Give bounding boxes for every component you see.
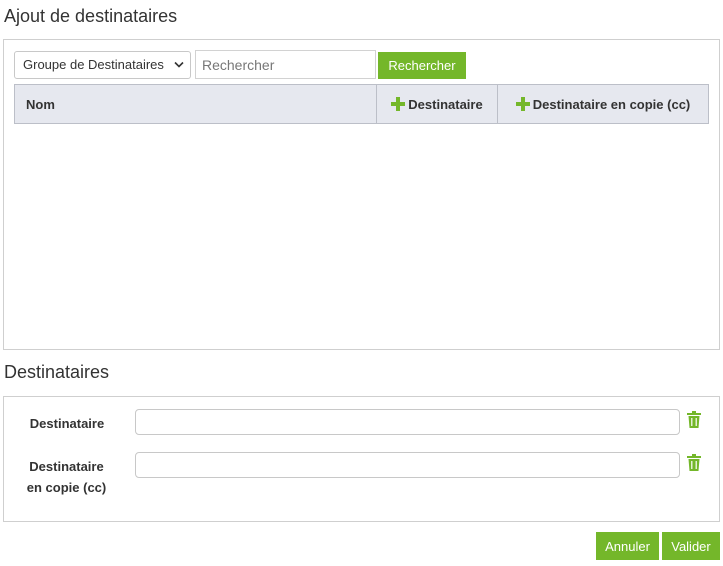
column-copie-label: Destinataire en copie (cc): [532, 96, 691, 112]
search-button[interactable]: Rechercher: [378, 52, 466, 79]
validate-button[interactable]: Valider: [662, 532, 720, 560]
recipient-group-select[interactable]: Groupe de Destinataires: [14, 51, 191, 79]
column-destinataire-label: Destinataire: [408, 96, 483, 112]
group-select-value: Groupe de Destinataires: [23, 57, 164, 72]
recipient-search-panel: Groupe de Destinataires Rechercher Nom D…: [3, 39, 720, 350]
add-all-copie-button[interactable]: Destinataire en copie (cc): [498, 85, 708, 123]
plus-icon: [391, 97, 406, 111]
column-header-nom[interactable]: Nom: [15, 85, 377, 123]
cancel-button[interactable]: Annuler: [596, 532, 659, 560]
trash-icon[interactable]: [687, 454, 701, 471]
copie-label: Destinataire en copie (cc): [14, 456, 119, 498]
recipients-table-header: Nom Destinataire Destinataire en copie (…: [14, 84, 709, 124]
destinataire-field[interactable]: [135, 409, 680, 435]
plus-icon: [515, 97, 530, 111]
destinataire-label: Destinataire: [29, 416, 105, 431]
chevron-down-icon: [174, 61, 184, 68]
add-all-destinataire-button[interactable]: Destinataire: [377, 85, 498, 123]
trash-icon[interactable]: [687, 411, 701, 428]
destinataires-panel: Destinataire Destinataire en copie (cc): [3, 396, 720, 522]
search-input[interactable]: [195, 50, 376, 79]
column-nom-label: Nom: [26, 96, 55, 112]
copie-label-line1: Destinataire: [29, 459, 104, 474]
ajout-section-title: Ajout de destinataires: [4, 6, 178, 26]
copie-field[interactable]: [135, 452, 680, 478]
copie-label-line2: en copie (cc): [26, 480, 107, 495]
destinataires-section-title: Destinataires: [4, 362, 110, 382]
